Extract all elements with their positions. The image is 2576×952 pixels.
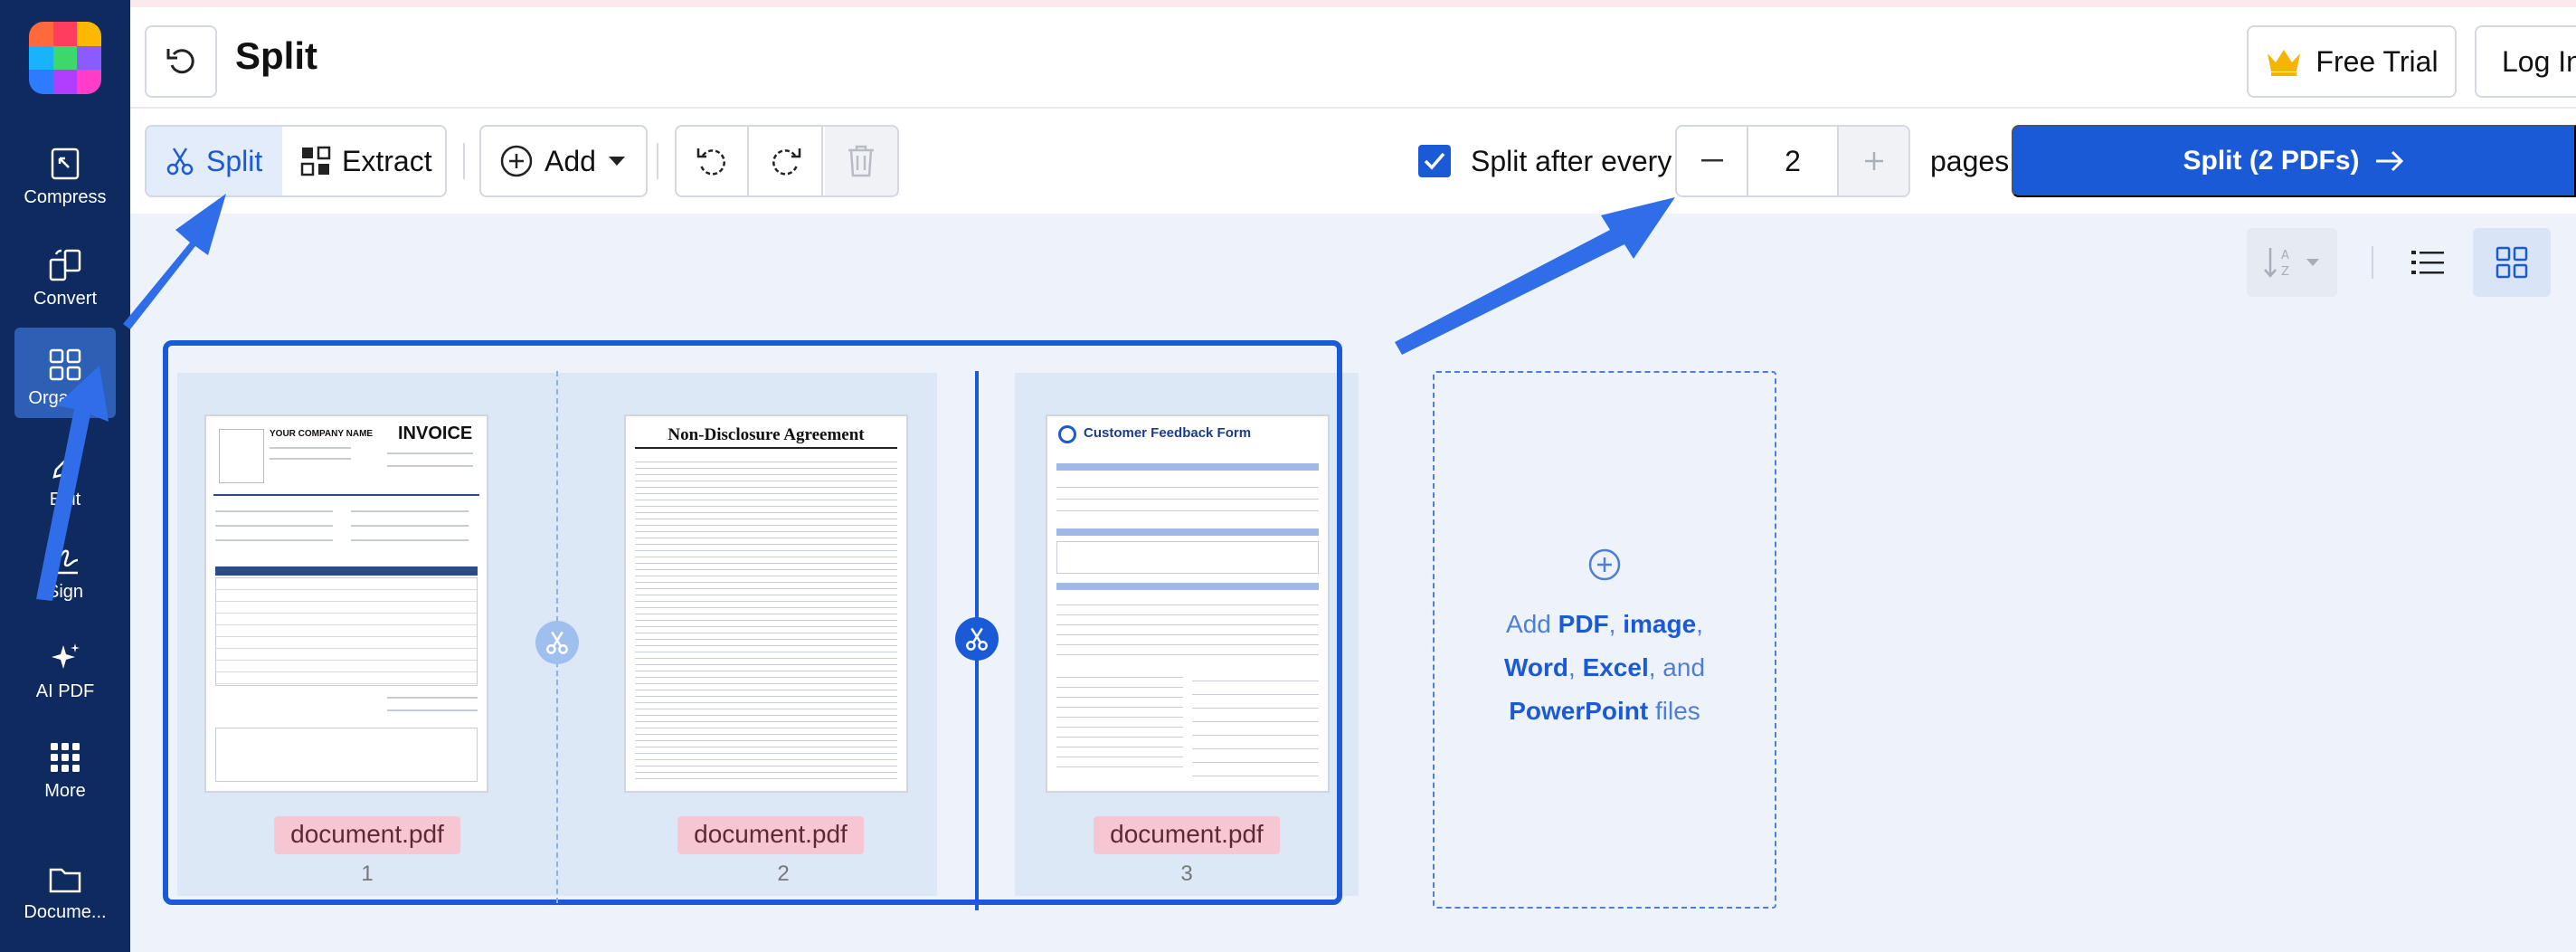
sidebar-item-label: More xyxy=(44,781,86,801)
chevron-down-icon xyxy=(608,157,625,166)
sidebar: Compress Convert Organize Edit Sign AI P… xyxy=(0,0,130,952)
sidebar-item-label: Edit xyxy=(49,490,81,509)
mode-switch: Split Extract xyxy=(145,125,447,197)
sidebar-item-label: Compress xyxy=(24,187,107,207)
plus-circle-icon xyxy=(1588,548,1621,581)
scissors-icon xyxy=(966,627,988,651)
split-after-label: Split after every xyxy=(1471,145,1672,177)
sidebar-item-ai-pdf[interactable]: AI PDF xyxy=(14,621,116,711)
crown-icon xyxy=(2268,50,2301,76)
tab-extract[interactable]: Extract xyxy=(282,127,450,195)
annotation-arrow-split-tab xyxy=(123,194,226,329)
split-pdfs-button[interactable]: Split (2 PDFs) xyxy=(2012,125,2576,197)
add-files-dropzone[interactable]: Add PDF, image, Word, Excel, and PowerPo… xyxy=(1433,371,1776,909)
rotate-left-button[interactable] xyxy=(677,127,749,195)
login-button[interactable]: Log In xyxy=(2475,25,2576,98)
sidebar-item-label: AI PDF xyxy=(35,681,95,701)
scissors-icon xyxy=(166,148,194,176)
sidebar-item-edit[interactable]: Edit xyxy=(14,429,116,519)
sidebar-item-label: Organize xyxy=(28,388,102,408)
delete-button[interactable] xyxy=(825,127,897,195)
decrement-button[interactable] xyxy=(1677,127,1748,195)
list-view-button[interactable] xyxy=(2393,228,2462,297)
add-button-content: Add xyxy=(481,127,645,195)
add-dropdown-button[interactable]: Add xyxy=(479,125,648,197)
view-divider xyxy=(2372,246,2373,279)
extract-icon xyxy=(300,146,331,176)
compress-icon xyxy=(51,148,80,180)
sort-button[interactable]: AZ xyxy=(2247,228,2337,297)
sidebar-item-organize[interactable]: Organize xyxy=(14,328,116,418)
minus-icon xyxy=(1700,159,1723,162)
sidebar-item-more[interactable]: More xyxy=(14,720,116,811)
split-group-1 xyxy=(163,340,1342,905)
split-after-checkbox[interactable] xyxy=(1418,145,1451,177)
page-title: Split xyxy=(235,34,317,77)
sidebar-item-label: Convert xyxy=(33,289,98,309)
increment-button[interactable] xyxy=(1837,127,1908,195)
annotation-arrow-stepper xyxy=(1395,197,1675,355)
sidebar-item-sign[interactable]: Sign xyxy=(14,521,116,612)
sidebar-item-documents[interactable]: Docume... xyxy=(14,842,116,932)
svg-text:A: A xyxy=(2281,249,2289,262)
split-toggle-active[interactable] xyxy=(955,617,999,661)
checkmark-icon xyxy=(1424,152,1445,170)
undo-back-button[interactable] xyxy=(145,25,217,98)
list-icon xyxy=(2411,251,2444,274)
convert-icon xyxy=(49,249,81,281)
rotate-right-button[interactable] xyxy=(751,127,823,195)
add-label: Add xyxy=(545,144,596,177)
split-toggle-inactive[interactable] xyxy=(535,621,579,664)
sign-icon xyxy=(52,549,79,575)
rotate-left-icon xyxy=(696,148,725,176)
free-trial-button[interactable]: Free Trial xyxy=(2247,25,2457,98)
pages-stepper xyxy=(1675,125,1910,197)
rotate-delete-group xyxy=(675,125,899,197)
tab-split-label: Split xyxy=(206,144,263,177)
toolbar: Split Extract Add Split after every 2 pa… xyxy=(130,109,2576,214)
folder-icon xyxy=(49,868,81,893)
sort-az-icon: AZ xyxy=(2264,248,2289,279)
sidebar-item-convert[interactable]: Convert xyxy=(14,228,116,319)
add-files-text: Add PDF, image, Word, Excel, and PowerPo… xyxy=(1503,610,1706,725)
plus-circle-icon xyxy=(500,145,533,177)
tab-extract-label: Extract xyxy=(342,144,432,177)
organize-icon xyxy=(49,348,81,381)
login-label: Log In xyxy=(2502,44,2576,78)
scissors-icon xyxy=(546,631,568,654)
sidebar-item-compress[interactable]: Compress xyxy=(14,127,116,217)
app-header: Split Free Trial Log In xyxy=(130,7,2576,109)
grid-icon xyxy=(2496,246,2528,279)
ai-sparkle-icon xyxy=(52,643,80,669)
undo-icon xyxy=(166,49,194,74)
toolbar-divider xyxy=(657,143,658,179)
edit-icon xyxy=(52,453,78,479)
svg-text:Z: Z xyxy=(2281,265,2289,279)
rotate-right-icon xyxy=(772,148,801,176)
more-grid-icon xyxy=(51,743,80,772)
sidebar-item-label: Sign xyxy=(46,582,84,602)
toolbar-divider xyxy=(463,143,465,179)
arrow-right-icon xyxy=(2375,150,2403,172)
tab-split[interactable]: Split xyxy=(147,127,282,195)
chevron-down-icon xyxy=(2306,259,2319,266)
split-pdfs-label: Split (2 PDFs) xyxy=(2183,146,2360,176)
grid-view-button[interactable] xyxy=(2473,228,2551,297)
top-accent-bar xyxy=(130,0,2576,7)
plus-icon xyxy=(1864,152,1883,170)
pages-label: pages xyxy=(1930,145,2010,177)
app-logo[interactable] xyxy=(29,22,101,94)
pages-input[interactable] xyxy=(1748,127,1837,195)
free-trial-label: Free Trial xyxy=(2316,44,2439,78)
sidebar-item-label: Docume... xyxy=(24,902,107,922)
trash-icon xyxy=(848,145,874,177)
